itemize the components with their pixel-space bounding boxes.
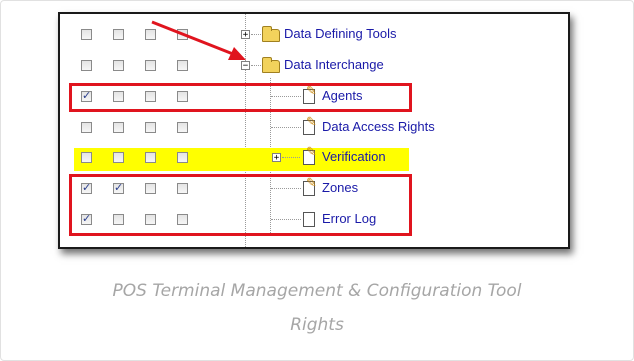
figure-caption-line-1: POS Terminal Management & Configuration … (112, 281, 522, 301)
annotation-arrow-icon (151, 20, 246, 60)
tool-rights-screenshot: + Data Defining Tools − Data Interchange… (58, 12, 570, 249)
figure-caption-line-2: Rights (290, 315, 344, 335)
